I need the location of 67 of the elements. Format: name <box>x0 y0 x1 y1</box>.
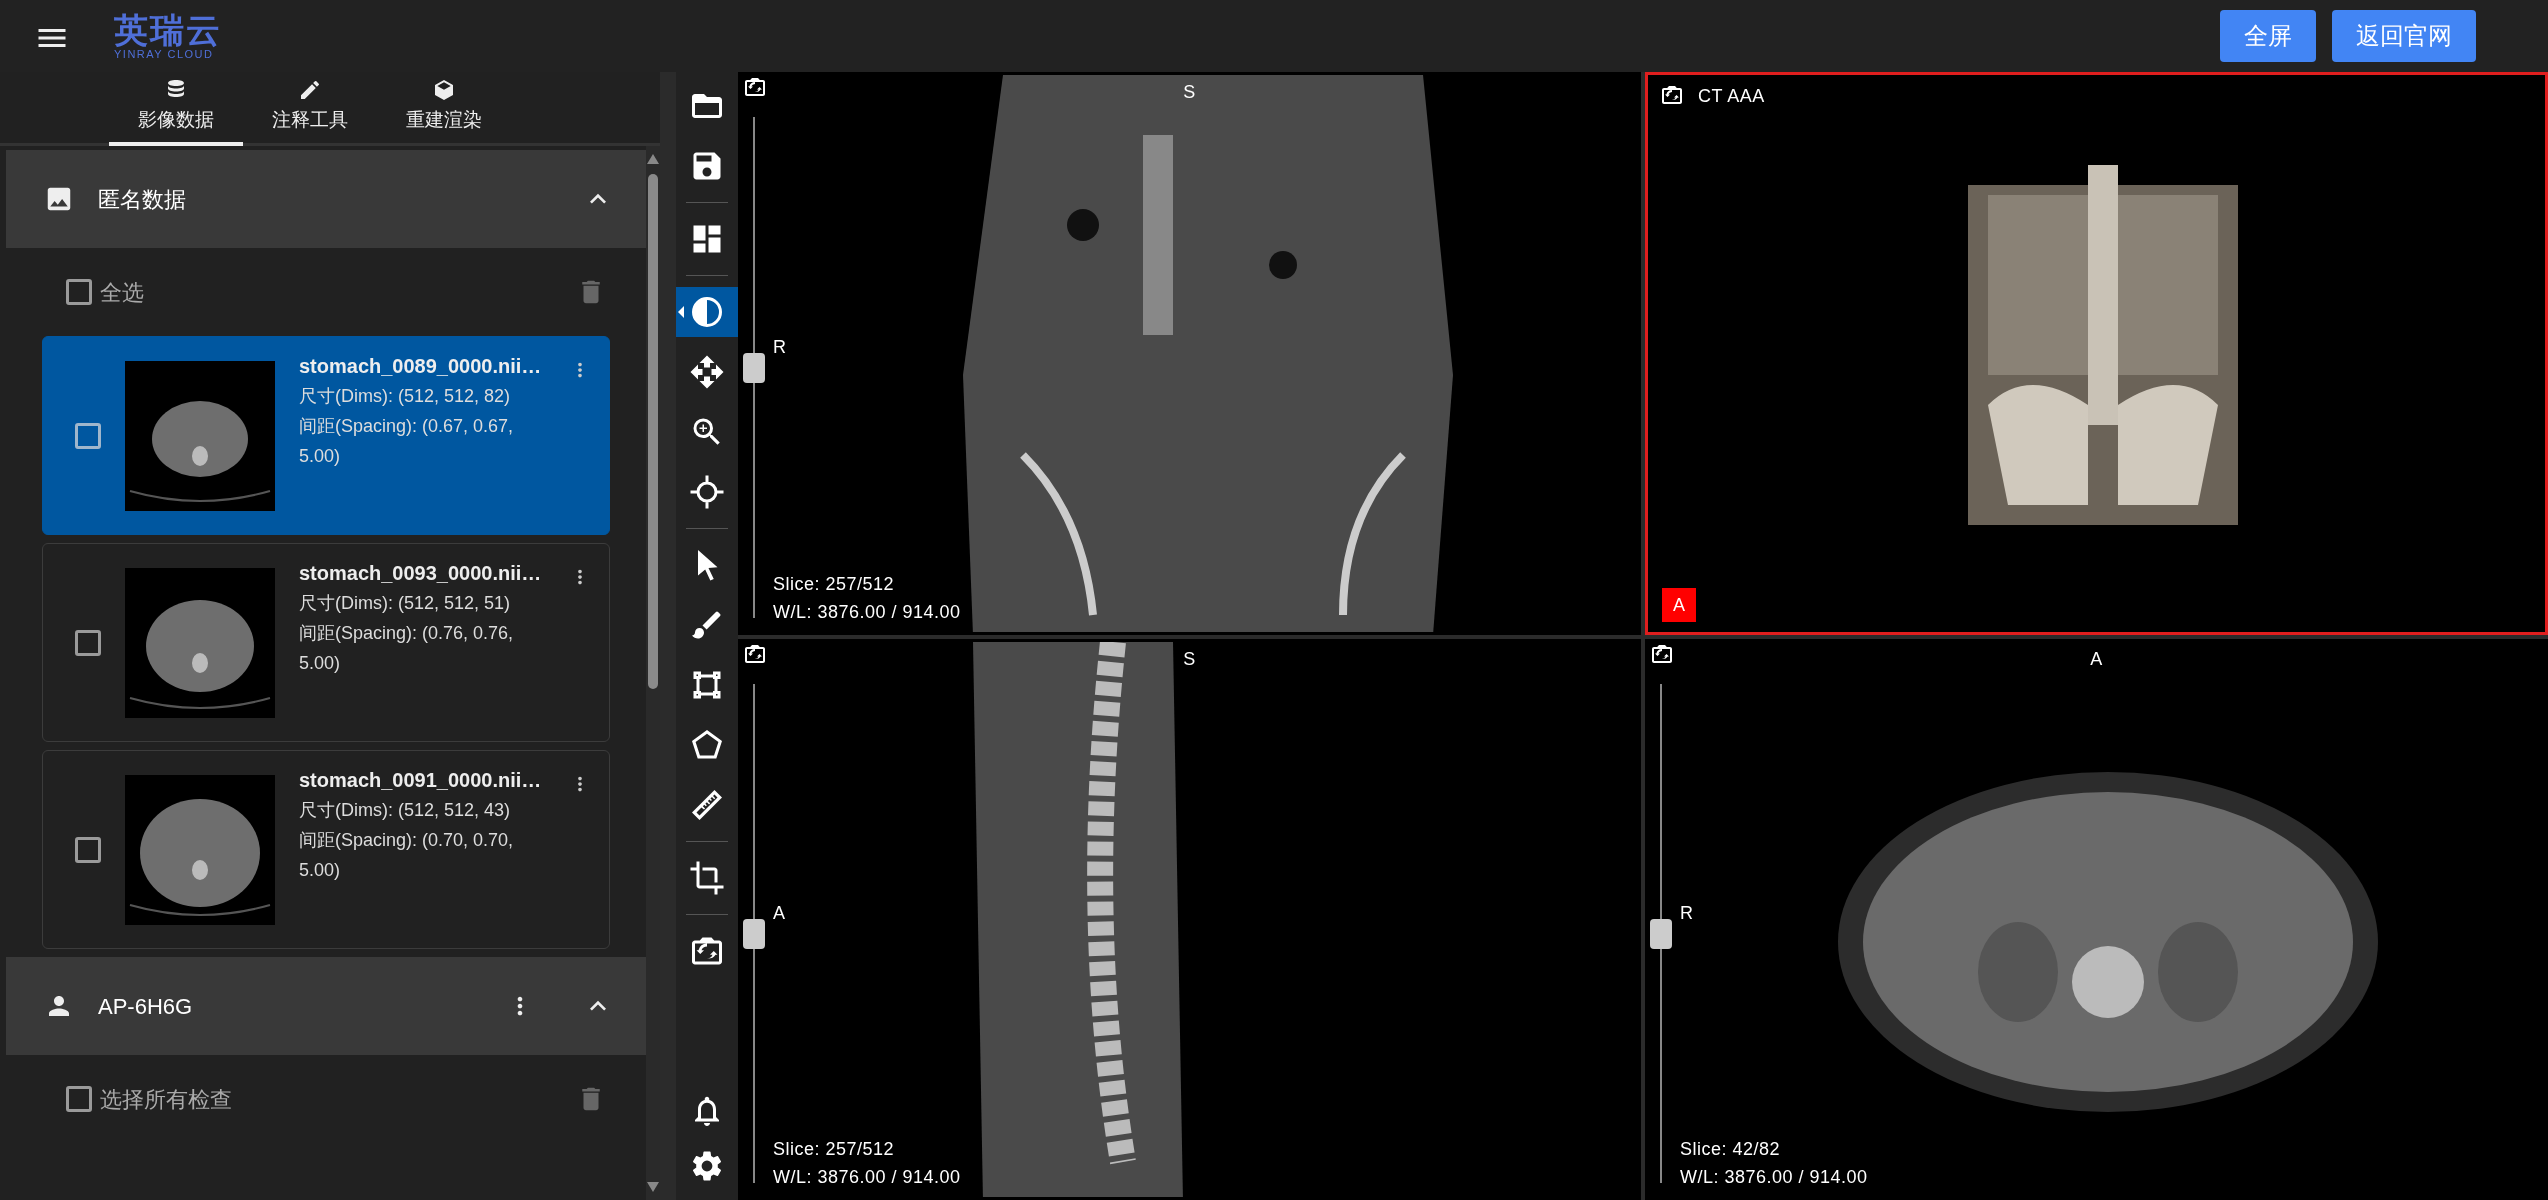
series-card[interactable]: stomach_0089_0000.nii… 尺寸(Dims): (512, 512, 82) 间距(Spacing): (0.67, 0.67, 5.00) <box>42 336 610 535</box>
checkbox[interactable] <box>66 1086 92 1112</box>
slider-thumb[interactable] <box>1650 918 1672 949</box>
cube-icon <box>432 78 456 102</box>
sidebar-tab[interactable]: 重建渲染 <box>377 72 511 146</box>
viewport[interactable]: A R Slice: 42/82 W/L: 3876.00 / 914.00 <box>1645 639 2548 1200</box>
orientation-label: R <box>773 335 787 359</box>
selection-marker-icon <box>678 306 684 318</box>
series-spacing: 间距(Spacing): (0.67, 0.67, 5.00) <box>299 415 515 468</box>
logo-subtitle: YINRAY CLOUD <box>114 47 215 61</box>
series-spacing: 间距(Spacing): (0.76, 0.76, 5.00) <box>299 622 515 675</box>
contrast-icon <box>689 294 725 330</box>
window-level-info: W/L: 3876.00 / 914.00 <box>773 1166 961 1189</box>
section-title: AP-6H6G <box>98 992 193 1021</box>
window-level-info: W/L: 3876.00 / 914.00 <box>773 601 961 624</box>
section-header[interactable]: 匿名数据 <box>6 150 646 248</box>
checkbox[interactable] <box>75 836 101 863</box>
scrollbar-thumb[interactable] <box>648 174 658 689</box>
logo-title: 英瑞云 <box>114 11 222 48</box>
sidebar-tab[interactable]: 影像数据 <box>109 72 243 146</box>
viewport-title: CT AAA <box>1698 85 1765 108</box>
checkbox[interactable] <box>66 279 92 305</box>
orientation-label: S <box>1183 648 1196 671</box>
header-button[interactable]: 返回官网 <box>2332 10 2476 62</box>
viewport[interactable]: S A Slice: 257/512 W/L: 3876.00 / 914.00 <box>738 639 1641 1200</box>
slider-thumb[interactable] <box>743 918 765 949</box>
orientation-badge: A <box>1662 588 1696 622</box>
window-level-info: W/L: 3876.00 / 914.00 <box>1680 1166 1868 1189</box>
checkbox[interactable] <box>75 422 101 449</box>
series-dims: 尺寸(Dims): (512, 512, 82) <box>299 385 512 408</box>
series-dims: 尺寸(Dims): (512, 512, 43) <box>299 799 512 822</box>
series-name: stomach_0093_0000.nii… <box>299 561 543 586</box>
camera-icon[interactable] <box>1650 642 1674 666</box>
series-card[interactable]: stomach_0091_0000.nii… 尺寸(Dims): (512, 512, 43) 间距(Spacing): (0.70, 0.70, 5.00) <box>42 750 610 949</box>
orientation-label: R <box>1680 901 1694 925</box>
section-title: 匿名数据 <box>98 185 186 214</box>
slider-thumb[interactable] <box>743 352 765 383</box>
select-all-label[interactable]: 选择所有检查 <box>100 1082 232 1116</box>
series-card[interactable]: stomach_0093_0000.nii… 尺寸(Dims): (512, 512, 51) 间距(Spacing): (0.76, 0.76, 5.00) <box>42 543 610 742</box>
crop-icon <box>689 860 725 896</box>
select-all-label[interactable]: 全选 <box>100 275 144 309</box>
viewport[interactable]: CT AAA A <box>1645 72 2548 635</box>
series-name: stomach_0091_0000.nii… <box>299 768 543 793</box>
slice-info: Slice: 257/512 <box>773 1138 895 1161</box>
viewport[interactable]: S R Slice: 257/512 W/L: 3876.00 / 914.00 <box>738 72 1641 635</box>
camera-icon[interactable] <box>743 642 767 666</box>
series-dims: 尺寸(Dims): (512, 512, 51) <box>299 592 512 615</box>
orientation-label: S <box>1183 81 1196 104</box>
pencil-icon <box>298 78 322 102</box>
orientation-label: A <box>773 901 786 925</box>
slice-info: Slice: 257/512 <box>773 573 895 596</box>
crosshair-icon <box>689 474 725 510</box>
slice-info: Slice: 42/82 <box>1680 1138 1781 1161</box>
sidebar-tab[interactable]: 注释工具 <box>243 72 377 146</box>
scroll-down-icon[interactable] <box>647 1182 659 1192</box>
ruler-icon <box>689 787 725 823</box>
series-spacing: 间距(Spacing): (0.70, 0.70, 5.00) <box>299 829 515 882</box>
series-name: stomach_0089_0000.nii… <box>299 354 543 379</box>
checkbox[interactable] <box>75 629 101 656</box>
camera-icon[interactable] <box>1660 83 1684 107</box>
camera-icon[interactable] <box>743 75 767 99</box>
tool-button[interactable] <box>676 287 738 337</box>
header-button[interactable]: 全屏 <box>2220 10 2316 62</box>
section-header[interactable]: AP-6H6G <box>6 957 646 1055</box>
scroll-up-icon[interactable] <box>647 154 659 164</box>
orientation-label: A <box>2090 648 2103 671</box>
move-icon <box>689 354 725 390</box>
